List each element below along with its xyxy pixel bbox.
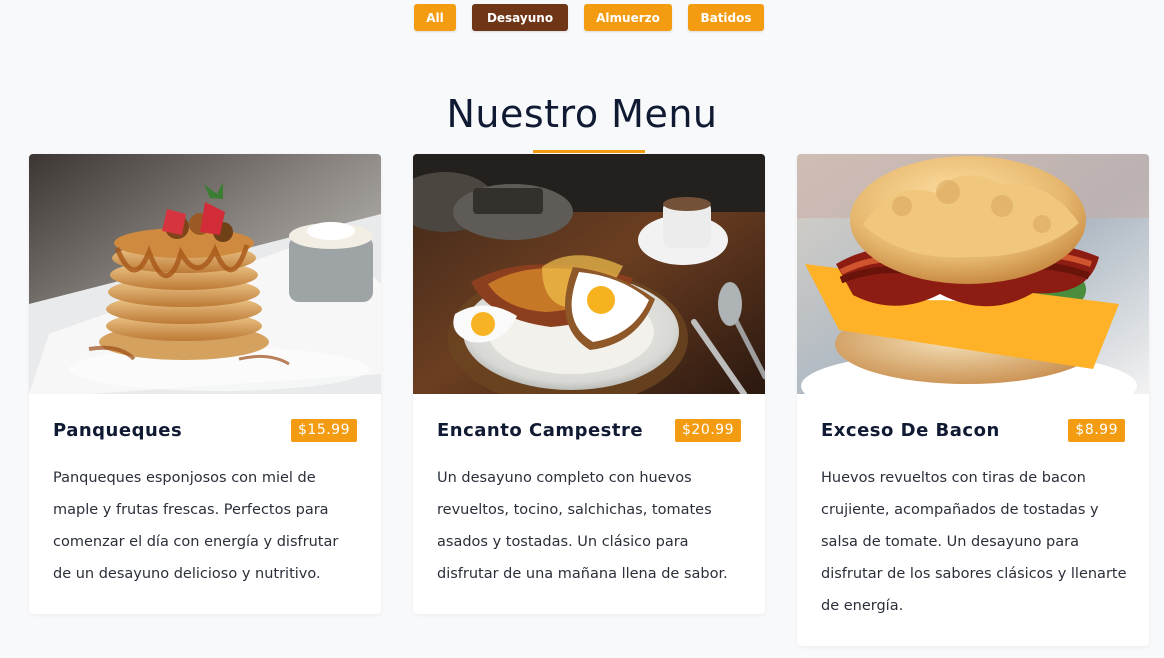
dish-description: Un desayuno completo con huevos revuelto… — [437, 470, 728, 582]
dish-description: Panqueques esponjosos con miel de maple … — [53, 470, 339, 582]
filter-batidos-button[interactable]: Batidos — [688, 4, 764, 31]
price-badge: $15.99 — [291, 419, 357, 442]
card-header: Panqueques $15.99 — [53, 419, 357, 445]
filter-all-button[interactable]: All — [414, 4, 456, 31]
filter-almuerzo-button[interactable]: Almuerzo — [584, 4, 672, 31]
price-badge: $8.99 — [1068, 419, 1125, 442]
pancakes-photo — [29, 154, 381, 394]
card-header: Exceso De Bacon $8.99 — [821, 419, 1125, 445]
section-title: Nuestro Menu — [446, 92, 718, 136]
dish-name: Encanto Campestre — [437, 420, 644, 441]
dish-description: Huevos revueltos con tiras de bacon cruj… — [821, 470, 1127, 614]
card-header: Encanto Campestre $20.99 — [437, 419, 741, 445]
bacon-sandwich-photo — [797, 154, 1149, 394]
menu-card-encanto-campestre: Encanto Campestre $20.99 Un desayuno com… — [413, 154, 765, 614]
menu-filter-bar: All Desayuno Almuerzo Batidos — [0, 4, 1164, 32]
menu-card-exceso-de-bacon: Exceso De Bacon $8.99 Huevos revueltos c… — [797, 154, 1149, 646]
dish-name: Exceso De Bacon — [821, 420, 1000, 441]
price-badge: $20.99 — [675, 419, 741, 442]
menu-card-panqueques: Panqueques $15.99 Panqueques esponjosos … — [29, 154, 381, 614]
title-underline — [533, 150, 645, 153]
dish-name: Panqueques — [53, 420, 183, 441]
breakfast-plate-photo — [413, 154, 765, 394]
filter-desayuno-button[interactable]: Desayuno — [472, 4, 568, 31]
